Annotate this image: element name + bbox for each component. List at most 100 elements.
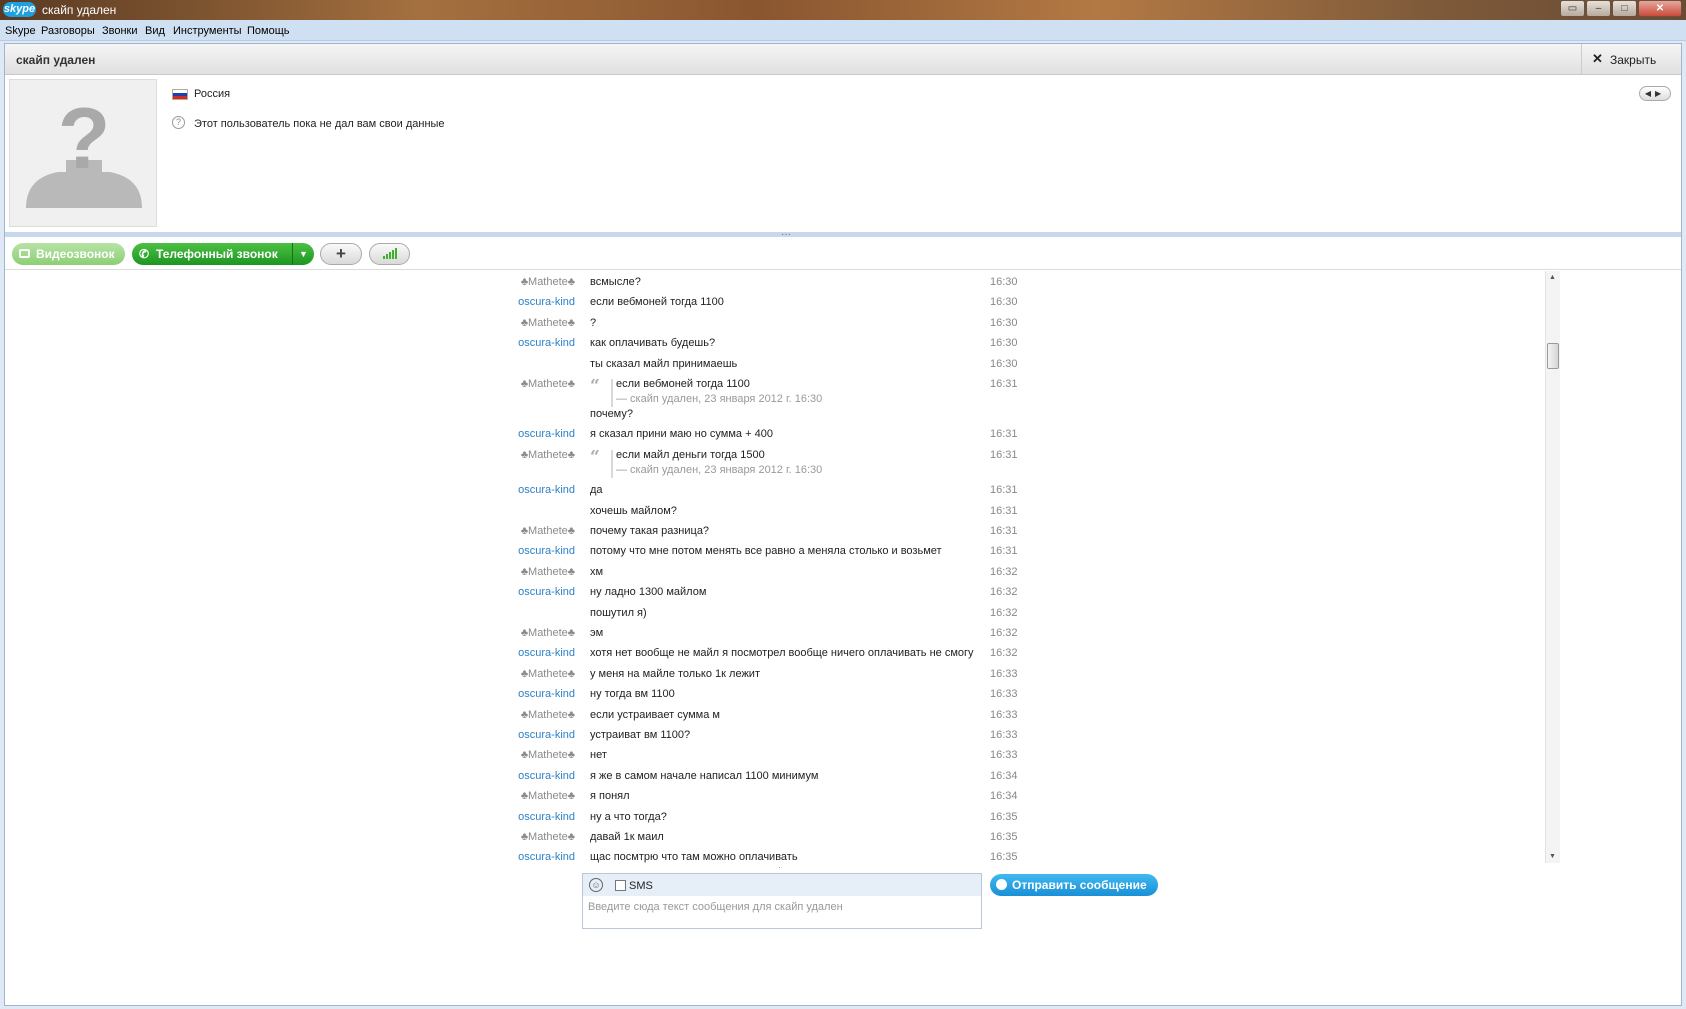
chat-message-row: oscura-kind да 16:31	[5, 484, 1545, 504]
message-time: 16:30	[990, 276, 1018, 288]
message-time: 16:32	[990, 586, 1018, 599]
chat-message-row: ♣Mathete♣ нет 16:33	[5, 749, 1545, 769]
message-sender[interactable]: oscura-kind	[405, 337, 575, 349]
pane-splitter[interactable]: ···	[5, 229, 1681, 240]
message-sender[interactable]: ♣Mathete♣	[405, 449, 575, 461]
chevron-down-icon[interactable]: ▼	[292, 243, 314, 265]
message-sender[interactable]: oscura-kind	[405, 647, 575, 659]
chat-message-row: ♣Mathete♣ хм 16:32	[5, 566, 1545, 586]
message-sender[interactable]: oscura-kind	[405, 586, 575, 598]
message-sender[interactable]: oscura-kind	[405, 688, 575, 700]
message-sender[interactable]: ♣Mathete♣	[405, 709, 575, 721]
message-input[interactable]: ☺ SMS Введите сюда текст сообщения для с…	[582, 873, 982, 929]
chat-message-row: oscura-kind ну ладно 1300 майлом 16:32	[5, 586, 1545, 606]
message-text: ну ладно 1300 майлом	[590, 586, 707, 599]
chat-message-row: ♣Mathete♣ “ если майл деньги тогда 1500 — с…	[5, 447, 1545, 478]
chat-message-row: oscura-kind если вебмоней тогда 1100 16:30	[5, 296, 1545, 316]
message-sender[interactable]: oscura-kind	[405, 545, 575, 557]
message-text: да	[590, 484, 603, 497]
avatar[interactable]: ?	[9, 79, 157, 227]
emoticon-icon[interactable]: ☺	[589, 878, 603, 892]
call-quality-button[interactable]	[369, 243, 410, 265]
window-controls: ▭ – □ ✕	[1559, 0, 1682, 17]
message-sender[interactable]: ♣Mathete♣	[405, 749, 575, 761]
message-sender[interactable]: oscura-kind	[405, 428, 575, 440]
quote-icon: “	[590, 376, 600, 396]
profile-nav-arrows[interactable]: ◀▶	[1639, 86, 1671, 101]
close-conversation-button[interactable]: ✕ Закрыть	[1581, 44, 1681, 74]
menu-help[interactable]: Помощь	[247, 25, 290, 37]
message-sender[interactable]: oscura-kind	[405, 729, 575, 741]
add-button[interactable]: +	[320, 243, 362, 265]
chat-message-row: ♣Mathete♣ если устраивает сумма м 16:33	[5, 709, 1545, 729]
message-text: если вебмоней тогда 1100	[590, 296, 724, 309]
message-text: устраиват вм 1100?	[590, 729, 691, 741]
message-sender[interactable]: ♣Mathete♣	[405, 317, 575, 329]
menu-view[interactable]: Вид	[145, 25, 165, 37]
chat-message-row: ♣Mathete♣ я понял 16:34	[5, 790, 1545, 810]
sms-checkbox[interactable]	[615, 880, 626, 891]
message-sender[interactable]: ♣Mathete♣	[405, 566, 575, 578]
message-time: 16:30	[990, 296, 1018, 309]
phone-call-button[interactable]: ✆ Телефонный звонок ▼	[132, 243, 314, 265]
message-time: 16:30	[990, 316, 1018, 329]
message-time: 16:33	[990, 749, 1018, 762]
message-sender[interactable]: ♣Mathete♣	[405, 276, 575, 288]
scroll-up-icon[interactable]: ▲	[1549, 274, 1556, 281]
quote-meta: — скайп удален, 23 января 2012 г. 16:30	[616, 463, 823, 476]
close-window-button[interactable]: ✕	[1638, 0, 1682, 17]
speech-bubble-icon	[996, 879, 1007, 890]
message-time: 16:30	[990, 337, 1018, 350]
menu-tools[interactable]: Инструменты	[173, 25, 242, 37]
message-sender[interactable]: ♣Mathete♣	[405, 378, 575, 390]
chat-history[interactable]: ▲ ▼ ♣Mathete♣ всмысле? 16:30 oscura-kind есл…	[5, 271, 1681, 908]
send-message-label: Отправить сообщение	[1012, 878, 1147, 892]
chat-message-row: oscura-kind хотя нет вообще не майл я пос…	[5, 647, 1545, 667]
menu-skype[interactable]: Skype	[5, 25, 36, 37]
chat-scrollbar[interactable]: ▲ ▼	[1545, 271, 1560, 863]
message-text: как оплачивать будешь?	[590, 337, 716, 350]
message-text: всмысле?	[590, 276, 641, 288]
message-text: если устраивает сумма м	[590, 708, 720, 721]
close-icon: ✕	[1592, 51, 1603, 66]
minimize-button[interactable]: –	[1586, 0, 1611, 17]
message-time: 16:31	[990, 504, 1018, 517]
signal-bar	[395, 248, 397, 259]
message-sender[interactable]: ♣Mathete♣	[405, 627, 575, 639]
chat-message-row: ты сказал майл принимаешь 16:30	[5, 358, 1545, 378]
info-icon: ?	[172, 116, 185, 129]
send-message-button[interactable]: Отправить сообщение	[990, 874, 1158, 896]
message-sender[interactable]: oscura-kind	[405, 484, 575, 496]
menu-bar: Skype Разговоры Звонки Вид Инструменты П…	[0, 20, 1686, 41]
message-time: 16:32	[990, 606, 1018, 619]
video-camera-icon	[19, 249, 30, 258]
message-time: 16:35	[990, 810, 1018, 823]
video-call-button[interactable]: Видеозвонок	[12, 243, 125, 265]
scroll-thumb[interactable]	[1547, 343, 1559, 369]
message-time: 16:31	[990, 378, 1018, 390]
compact-view-button[interactable]: ▭	[1560, 0, 1585, 17]
chat-message-row: ♣Mathete♣? 16:30	[5, 317, 1545, 337]
chat-message-row: ♣Mathete♣ давай 1к маил 16:35	[5, 831, 1545, 851]
message-sender[interactable]: oscura-kind	[405, 811, 575, 823]
russia-flag-icon	[172, 89, 188, 100]
message-sender[interactable]: oscura-kind	[405, 770, 575, 782]
message-time: 16:33	[990, 667, 1018, 680]
skype-logo: skype	[3, 2, 36, 17]
message-text: почему?	[590, 408, 633, 420]
message-sender[interactable]: ♣Mathete♣	[405, 831, 575, 843]
chat-message-row: хочешь майлом? 16:31	[5, 505, 1545, 525]
message-time: 16:32	[990, 565, 1018, 578]
conversation-header: скайп удален ✕ Закрыть	[5, 44, 1681, 75]
message-sender[interactable]: ♣Mathete♣	[405, 790, 575, 802]
input-resize-grip[interactable]: ·	[778, 862, 781, 872]
message-sender[interactable]: ♣Mathete♣	[405, 668, 575, 680]
message-sender[interactable]: oscura-kind	[405, 851, 575, 863]
maximize-button[interactable]: □	[1612, 0, 1637, 17]
message-sender[interactable]: ♣Mathete♣	[405, 525, 575, 537]
scroll-down-icon[interactable]: ▼	[1549, 853, 1556, 860]
chat-message-row: oscura-kind я же в самом начале написал 1…	[5, 770, 1545, 790]
menu-conversations[interactable]: Разговоры	[41, 25, 95, 37]
message-sender[interactable]: oscura-kind	[405, 296, 575, 308]
menu-calls[interactable]: Звонки	[102, 25, 138, 37]
